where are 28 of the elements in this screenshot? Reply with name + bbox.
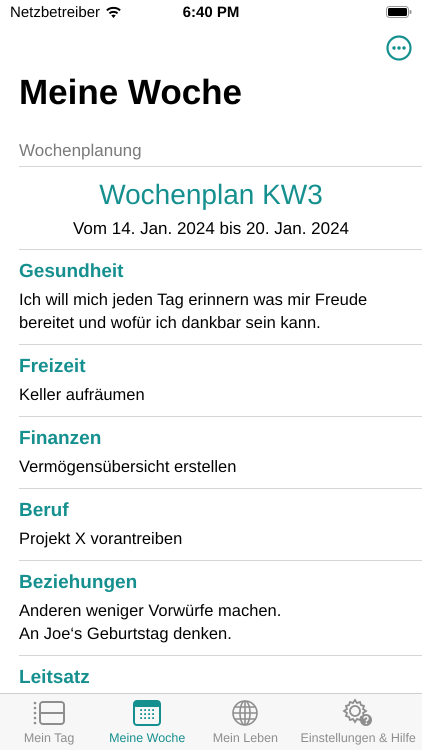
wifi-icon (105, 6, 122, 18)
plan-title[interactable]: Wochenplan KW3 (99, 179, 323, 211)
clock-time: 6:40 PM (182, 4, 240, 20)
page-title: Meine Woche (19, 73, 242, 113)
category-title: Leitsatz (19, 667, 90, 689)
category-title: Beruf (19, 500, 69, 522)
entry-text: Anderen weniger Vorwürfe machen. An Joe‘s Geburtstag denken. (19, 601, 282, 645)
list-icon (33, 700, 66, 726)
category-title: Freizeit (19, 356, 86, 378)
entry-text: Vermögensübersicht erstellen (19, 457, 236, 478)
entry-text: Ich will mich jeden Tag erinnern was mir Freude bereitet und wofür ich dankbar sein kann. (19, 290, 368, 334)
gear-icon (342, 698, 374, 728)
tab-item[interactable]: Einstellungen & Hilfe (294, 694, 422, 750)
tab-item[interactable]: Mein Leben (196, 694, 294, 750)
category-title: Gesundheit (19, 261, 124, 283)
battery-icon (386, 6, 412, 18)
globe-icon (231, 699, 260, 727)
plan-dates: Vom 14. Jan. 2024 bis 20. Jan. 2024 (73, 219, 349, 239)
category-title: Beziehungen (19, 572, 138, 594)
tab-item[interactable]: Mein Tag (0, 694, 98, 750)
calendar-icon (133, 700, 162, 726)
section-header: Wochenplanung (19, 141, 142, 160)
category-title: Finanzen (19, 428, 102, 450)
tab-item[interactable]: Meine Woche (98, 694, 196, 750)
entry-text: Keller aufräumen (19, 385, 145, 406)
carrier-name: Netzbetreiber (10, 4, 100, 20)
more-button[interactable] (386, 35, 412, 61)
entry-text: Projekt X vorantreiben (19, 529, 182, 550)
